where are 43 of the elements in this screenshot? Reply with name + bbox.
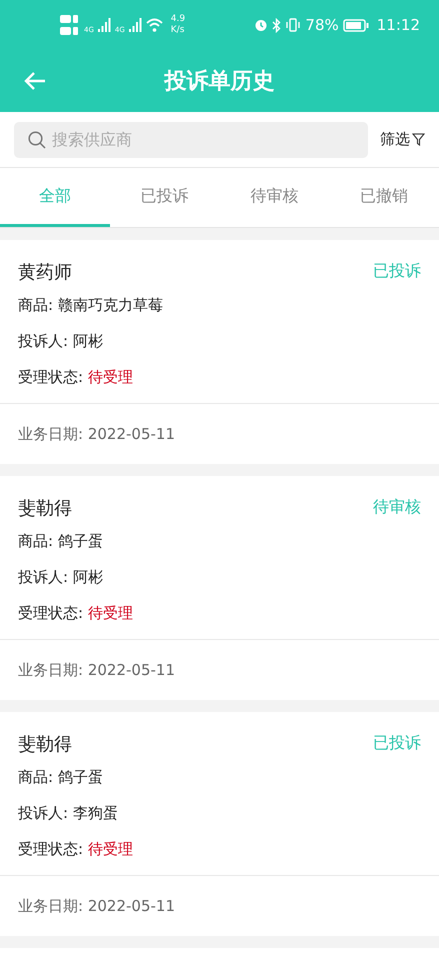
tab[interactable]: 已投诉 bbox=[110, 168, 220, 227]
handling-label: 受理状态: bbox=[18, 604, 84, 623]
product-text: 商品: 赣南巧克力草莓 bbox=[18, 295, 164, 316]
handling-status: 待受理 bbox=[88, 840, 134, 859]
product-text: 商品: 鸽子蛋 bbox=[18, 767, 104, 788]
handling-label: 受理状态: bbox=[18, 840, 84, 859]
page-title: 投诉单历史 bbox=[164, 68, 274, 96]
handling-status: 待受理 bbox=[88, 604, 134, 623]
filter-button[interactable]: 筛选 bbox=[380, 130, 425, 149]
clock: 11:12 bbox=[376, 16, 420, 34]
alarm-icon bbox=[254, 18, 268, 32]
battery-percent: 78% bbox=[305, 16, 339, 34]
supplier-name: 黄药师 bbox=[18, 260, 72, 284]
supplier-name: 斐勒得 bbox=[18, 732, 72, 756]
battery-icon bbox=[342, 18, 369, 32]
speed-unit: K/s bbox=[170, 25, 186, 36]
back-arrow-icon[interactable] bbox=[24, 71, 46, 91]
handling-label: 受理状态: bbox=[18, 368, 84, 387]
search-field[interactable]: 搜索供应商 bbox=[14, 122, 368, 158]
complaint-status: 已投诉 bbox=[373, 261, 421, 282]
complaint-card[interactable]: 斐勒得 已投诉 商品: 鸽子蛋 投诉人: 李狗蛋 受理状态: 待受理 业务日期: 2022-05-11 bbox=[0, 712, 439, 936]
business-date: 业务日期: 2022-05-11 bbox=[18, 424, 175, 444]
supplier-name: 斐勒得 bbox=[18, 496, 72, 520]
speed-value: 4.9 bbox=[170, 14, 186, 25]
complaint-status: 待审核 bbox=[373, 497, 421, 518]
bluetooth-icon bbox=[272, 18, 282, 32]
wifi-icon bbox=[146, 18, 163, 32]
business-date: 业务日期: 2022-05-11 bbox=[18, 660, 175, 680]
handling-status: 待受理 bbox=[88, 368, 134, 387]
tab[interactable]: 待审核 bbox=[220, 168, 330, 227]
complaint-status: 已投诉 bbox=[373, 733, 421, 754]
filter-icon bbox=[412, 133, 425, 146]
complainant-text: 投诉人: 阿彬 bbox=[18, 567, 104, 588]
vibrate-icon bbox=[285, 18, 302, 32]
signal-icon bbox=[128, 18, 142, 32]
tab[interactable]: 已撤销 bbox=[329, 168, 439, 227]
complainant-text: 投诉人: 李狗蛋 bbox=[18, 803, 119, 824]
complaint-card[interactable]: 斐勒得 待审核 商品: 鸽子蛋 投诉人: 阿彬 受理状态: 待受理 业务日期: 2022-05-11 bbox=[0, 476, 439, 700]
complaint-card[interactable]: 黄药师 已投诉 商品: 赣南巧克力草莓 投诉人: 阿彬 受理状态: 待受理 业务日期: 2022-05-11 bbox=[0, 240, 439, 464]
business-date: 业务日期: 2022-05-11 bbox=[18, 896, 175, 916]
complainant-text: 投诉人: 阿彬 bbox=[18, 331, 104, 352]
product-text: 商品: 鸽子蛋 bbox=[18, 531, 104, 552]
signal-icon bbox=[98, 18, 111, 32]
